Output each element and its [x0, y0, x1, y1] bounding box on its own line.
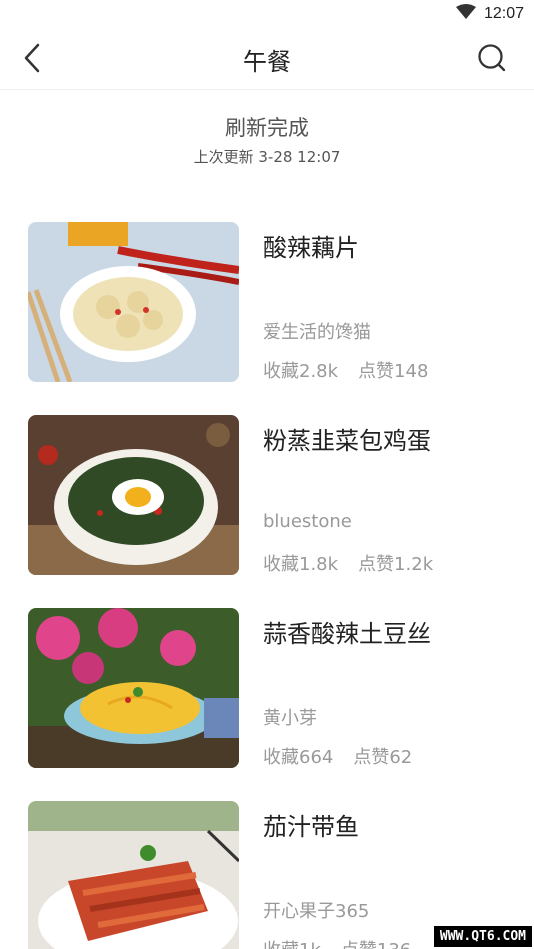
app-bar: 午餐	[0, 28, 534, 90]
favorites-count: 收藏1k	[263, 936, 321, 949]
recipe-thumbnail	[28, 801, 239, 949]
recipe-thumbnail	[28, 608, 239, 768]
status-bar: 12:07	[0, 0, 534, 28]
likes-count: 点赞136	[341, 936, 411, 949]
watermark: WWW.QT6.COM	[433, 926, 532, 947]
recipe-title: 茄汁带鱼	[263, 813, 359, 841]
favorites-count: 收藏664	[263, 747, 334, 768]
recipe-title: 粉蒸韭菜包鸡蛋	[263, 427, 431, 455]
search-icon	[477, 43, 507, 77]
recipe-stats: 收藏1.8k 点赞1.2k	[263, 550, 433, 576]
likes-count: 点赞62	[353, 747, 413, 768]
recipe-item[interactable]: 粉蒸韭菜包鸡蛋 bluestone 收藏1.8k 点赞1.2k	[0, 415, 534, 608]
recipe-author: bluestone	[263, 511, 352, 532]
recipe-thumbnail	[28, 222, 239, 382]
recipe-item[interactable]: 酸辣藕片 爱生活的馋猫 收藏2.8k 点赞148	[0, 222, 534, 415]
recipe-author: 开心果子365	[263, 901, 370, 922]
favorites-count: 收藏1.8k	[263, 554, 339, 575]
recipe-stats: 收藏2.8k 点赞148	[263, 357, 428, 383]
status-right: 12:07	[455, 4, 524, 24]
recipe-title: 酸辣藕片	[263, 234, 359, 262]
refresh-subtitle: 上次更新 3-28 12:07	[193, 148, 341, 166]
recipe-thumbnail	[28, 415, 239, 575]
favorites-count: 收藏2.8k	[263, 361, 339, 382]
refresh-status: 刷新完成 上次更新 3-28 12:07	[0, 112, 534, 167]
refresh-title: 刷新完成	[225, 116, 309, 140]
recipe-author: 爱生活的馋猫	[263, 322, 371, 343]
recipe-list: 酸辣藕片 爱生活的馋猫 收藏2.8k 点赞148 粉蒸韭菜包鸡蛋 bluesto…	[0, 222, 534, 949]
recipe-title: 蒜香酸辣土豆丝	[263, 620, 431, 648]
recipe-item[interactable]: 蒜香酸辣土豆丝 黄小芽 收藏664 点赞62	[0, 608, 534, 801]
recipe-author: 黄小芽	[263, 708, 317, 729]
wifi-icon	[455, 4, 476, 24]
recipe-stats: 收藏1k 点赞136	[263, 936, 411, 949]
page-title: 午餐	[243, 48, 291, 76]
recipe-stats: 收藏664 点赞62	[263, 743, 412, 769]
likes-count: 点赞1.2k	[358, 554, 434, 575]
search-button[interactable]	[474, 42, 510, 78]
likes-count: 点赞148	[358, 361, 429, 382]
status-time: 12:07	[483, 5, 524, 22]
